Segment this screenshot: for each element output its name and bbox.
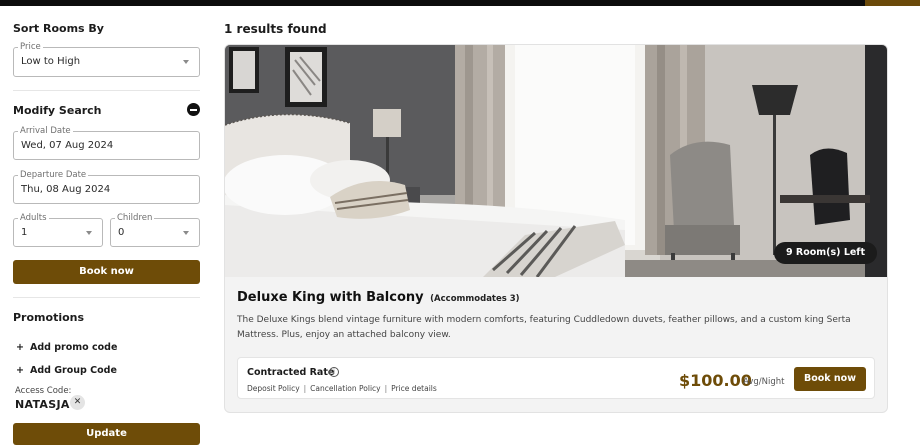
add-promo-code-link[interactable]: + Add promo code (16, 342, 117, 353)
room-title: Deluxe King with Balcony (Accommodates 3… (237, 290, 520, 305)
rate-book-now-button[interactable]: Book now (794, 367, 866, 391)
plus-icon: + (16, 365, 24, 376)
plus-icon: + (16, 342, 24, 353)
modify-search-title: Modify Search (13, 104, 102, 117)
access-code-value: NATASJA (15, 398, 70, 411)
update-button[interactable]: Update (13, 423, 200, 445)
departure-date-legend: Departure Date (18, 170, 89, 181)
policy-separator: | (303, 384, 307, 393)
chevron-down-icon (86, 231, 92, 235)
chevron-down-icon (183, 231, 189, 235)
departure-date-field[interactable]: Departure Date Thu, 08 Aug 2024 (13, 170, 200, 204)
section-divider (13, 297, 200, 298)
promotions-title: Promotions (13, 311, 85, 324)
add-promo-code-label: Add promo code (30, 342, 118, 353)
arrival-date-value: Wed, 07 Aug 2024 (21, 140, 114, 151)
sort-price-legend: Price (18, 42, 43, 53)
sort-price-value: Low to High (21, 56, 81, 67)
rate-per-night: Avg/Night (743, 377, 785, 387)
adults-value: 1 (21, 227, 28, 238)
room-description: The Deluxe Kings blend vintage furniture… (237, 315, 851, 340)
remove-code-icon[interactable]: ✕ (70, 395, 85, 410)
add-group-code-label: Add Group Code (30, 365, 117, 376)
adults-legend: Adults (18, 213, 49, 224)
room-card: 9 Room(s) Left Deluxe King with Balcony … (224, 44, 888, 413)
arrival-date-field[interactable]: Arrival Date Wed, 07 Aug 2024 (13, 126, 200, 160)
deposit-policy-link[interactable]: Deposit Policy (247, 384, 300, 393)
sort-price-select[interactable]: Price Low to High (13, 42, 200, 77)
info-icon[interactable]: i (329, 367, 339, 377)
section-divider (13, 90, 200, 91)
room-photo: 9 Room(s) Left (225, 45, 887, 277)
room-accommodates: (Accommodates 3) (430, 294, 520, 304)
departure-date-value: Thu, 08 Aug 2024 (21, 184, 111, 195)
adults-select[interactable]: Adults 1 (13, 213, 103, 247)
top-bar-accent (865, 0, 920, 6)
book-now-button[interactable]: Book now (13, 260, 200, 284)
rate-option: Contracted Rate i Deposit Policy | Cancell… (237, 357, 875, 399)
chevron-down-icon (183, 60, 189, 64)
rooms-left-badge: 9 Room(s) Left (773, 242, 877, 264)
price-details-link[interactable]: Price details (391, 384, 437, 393)
add-group-code-link[interactable]: + Add Group Code (16, 365, 117, 376)
results-count: 1 results found (224, 22, 327, 36)
search-sidebar: Sort Rooms By Price Low to High Modify S… (13, 6, 200, 445)
rate-price: $100.00 (679, 371, 752, 390)
sort-section-title: Sort Rooms By (13, 22, 104, 35)
children-value: 0 (118, 227, 125, 238)
rate-name: Contracted Rate (247, 367, 335, 378)
access-code-label: Access Code: (15, 386, 72, 396)
room-name: Deluxe King with Balcony (237, 290, 424, 305)
collapse-minus-icon[interactable] (187, 103, 200, 116)
children-legend: Children (115, 213, 155, 224)
arrival-date-legend: Arrival Date (18, 126, 73, 137)
cancellation-policy-link[interactable]: Cancellation Policy (310, 384, 380, 393)
policy-separator: | (384, 384, 388, 393)
rate-policies: Deposit Policy | Cancellation Policy | Price… (247, 384, 437, 393)
children-select[interactable]: Children 0 (110, 213, 200, 247)
